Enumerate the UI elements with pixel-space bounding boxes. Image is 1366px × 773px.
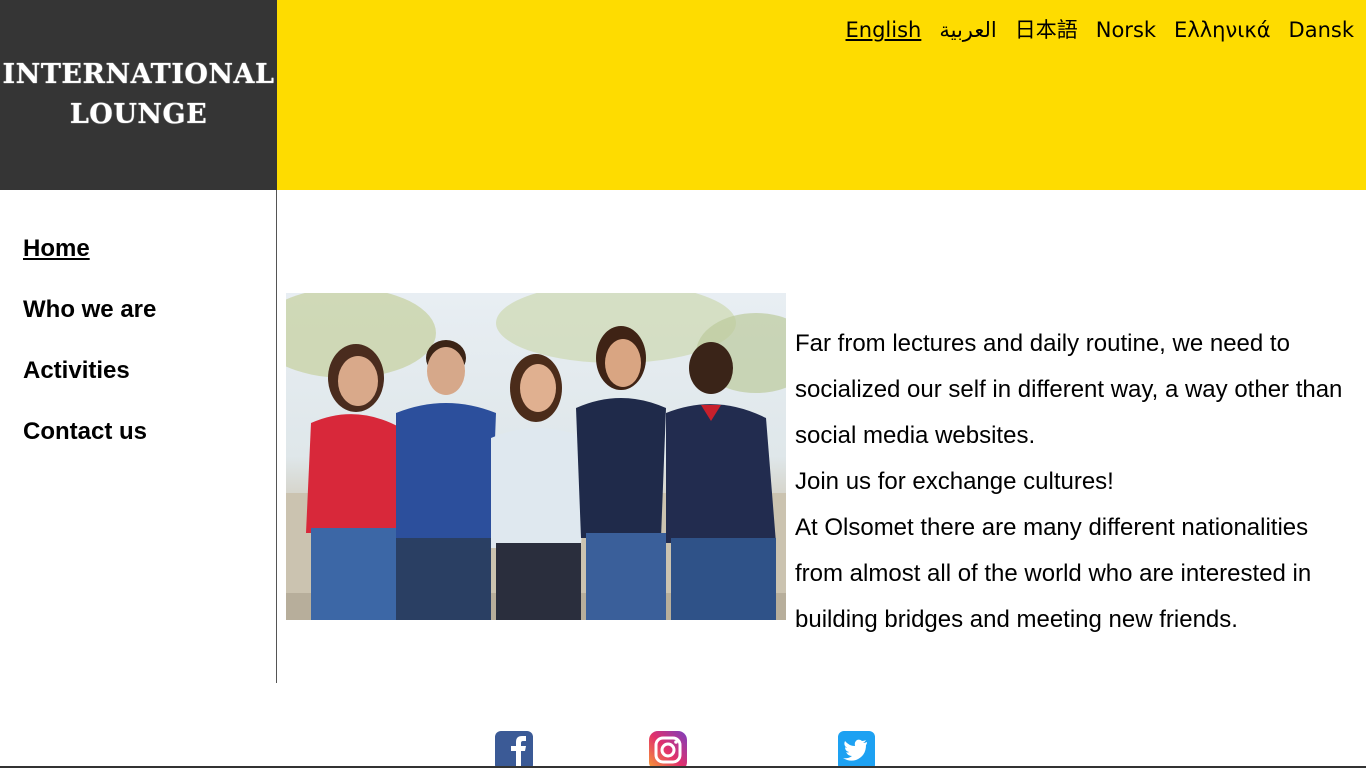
lang-english[interactable]: English xyxy=(846,15,922,45)
nav-item-home[interactable]: Home xyxy=(23,218,156,279)
sidebar-divider xyxy=(276,190,277,683)
lang-arabic[interactable]: العربية xyxy=(939,15,996,45)
lang-greek[interactable]: Ελληνικά xyxy=(1174,15,1271,45)
facebook-link[interactable] xyxy=(495,731,535,771)
lang-japanese[interactable]: 日本語 xyxy=(1015,15,1078,45)
instagram-icon xyxy=(649,731,687,771)
facebook-icon xyxy=(495,731,533,771)
nav-item-who-we-are[interactable]: Who we are xyxy=(23,279,156,340)
logo-line-1: INTERNATIONAL xyxy=(2,59,275,90)
twitter-link[interactable] xyxy=(838,731,878,771)
instagram-link[interactable] xyxy=(649,731,689,771)
nav-item-activities[interactable]: Activities xyxy=(23,340,156,401)
lang-norwegian[interactable]: Norsk xyxy=(1096,15,1156,45)
logo-text: INTERNATIONAL LOUNGE xyxy=(3,55,275,135)
intro-paragraph-2: Join us for exchange cultures! xyxy=(795,468,1114,495)
hero-photo xyxy=(286,293,786,620)
intro-paragraph-3: At Olsomet there are many different nati… xyxy=(795,514,1312,633)
intro-paragraph-1: Far from lectures and daily routine, we … xyxy=(795,330,1343,449)
language-switcher: English العربية 日本語 Norsk Ελληνικά Dansk xyxy=(846,15,1354,45)
logo-line-2: LOUNGE xyxy=(69,99,208,130)
twitter-icon xyxy=(838,731,875,771)
intro-text: Far from lectures and daily routine, we … xyxy=(795,321,1355,643)
sidebar-nav: Home Who we are Activities Contact us xyxy=(23,218,156,462)
lang-danish[interactable]: Dansk xyxy=(1289,15,1354,45)
header-bar: English العربية 日本語 Norsk Ελληνικά Dansk xyxy=(277,0,1366,190)
site-logo[interactable]: INTERNATIONAL LOUNGE xyxy=(0,0,277,190)
nav-item-contact-us[interactable]: Contact us xyxy=(23,401,156,462)
group-of-friends-image xyxy=(286,293,786,620)
